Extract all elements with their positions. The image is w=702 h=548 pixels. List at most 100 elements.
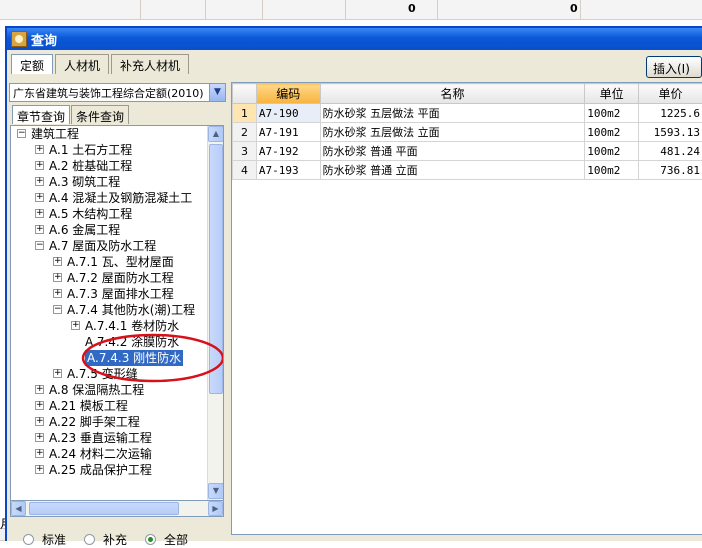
expand-icon[interactable]: + bbox=[35, 145, 44, 154]
tree-item[interactable]: −A.7 屋面及防水工程 bbox=[11, 238, 223, 254]
scroll-down-icon[interactable]: ▼ bbox=[208, 483, 224, 499]
cell-unit[interactable]: 100m2 bbox=[585, 161, 639, 180]
expand-icon[interactable]: + bbox=[35, 465, 44, 474]
cell-code[interactable]: A7-191 bbox=[256, 123, 320, 142]
row-number[interactable]: 2 bbox=[233, 123, 257, 142]
scroll-right-icon[interactable]: ▶ bbox=[208, 501, 223, 516]
expand-icon[interactable]: + bbox=[35, 209, 44, 218]
expand-icon[interactable]: + bbox=[35, 401, 44, 410]
table-row[interactable]: 2A7-191防水砂浆 五层做法 立面100m21593.13 bbox=[233, 123, 702, 142]
title-bar[interactable]: 查询 bbox=[7, 28, 702, 50]
expand-icon[interactable]: + bbox=[35, 225, 44, 234]
tab-supplementary-materials[interactable]: 补充人材机 bbox=[111, 54, 189, 74]
tree-item[interactable]: +A.6 金属工程 bbox=[11, 222, 223, 238]
tree-item[interactable]: + A.4 混凝土及钢筋混凝土工 bbox=[11, 190, 223, 206]
query-dialog: 查询 定额 人材机 补充人材机 插入(I) 广东省建筑与装饰工程综合定额(201… bbox=[5, 26, 702, 541]
cell-code[interactable]: A7-190 bbox=[256, 104, 320, 123]
expand-icon[interactable]: + bbox=[35, 385, 44, 394]
left-panel: 广东省建筑与装饰工程综合定额(2010) ▼ 章节查询 条件查询 −建筑工程+A… bbox=[9, 80, 229, 535]
tree-item[interactable]: −A.7.4 其他防水(潮)工程 bbox=[11, 302, 223, 318]
tree-item[interactable]: + A.3 砌筑工程 bbox=[11, 174, 223, 190]
cell-unit[interactable]: 100m2 bbox=[585, 123, 639, 142]
expand-icon[interactable]: + bbox=[35, 177, 44, 186]
tree-item[interactable]: −建筑工程 bbox=[11, 126, 223, 142]
tree-item[interactable]: +A.22 脚手架工程 bbox=[11, 414, 223, 430]
cell-code[interactable]: A7-193 bbox=[256, 161, 320, 180]
tab-materials[interactable]: 人材机 bbox=[55, 54, 109, 74]
tab-quota[interactable]: 定额 bbox=[11, 54, 53, 74]
expand-icon[interactable]: + bbox=[53, 369, 62, 378]
expand-icon[interactable]: + bbox=[53, 257, 62, 266]
row-number[interactable]: 3 bbox=[233, 142, 257, 161]
row-number[interactable]: 4 bbox=[233, 161, 257, 180]
cell-name[interactable]: 防水砂浆 五层做法 立面 bbox=[320, 123, 585, 142]
cell-name[interactable]: 防水砂浆 普通 立面 bbox=[320, 161, 585, 180]
quota-library-value: 广东省建筑与装饰工程综合定额(2010) bbox=[13, 87, 204, 100]
expand-icon[interactable]: + bbox=[35, 433, 44, 442]
collapse-icon[interactable]: − bbox=[35, 241, 44, 250]
column-header-price[interactable]: 单价 bbox=[639, 84, 702, 104]
expand-icon[interactable]: + bbox=[71, 321, 80, 330]
cell-code[interactable]: A7-192 bbox=[256, 142, 320, 161]
tree-item[interactable]: +A.7.2 屋面防水工程 bbox=[11, 270, 223, 286]
tree-item-label: A.3 砌筑工程 bbox=[49, 174, 120, 190]
tree-item[interactable]: +A.5 木结构工程 bbox=[11, 206, 223, 222]
column-header-name[interactable]: 名称 bbox=[320, 84, 585, 104]
tree-item-label: A.4 混凝土及钢筋混凝土工 bbox=[49, 190, 192, 206]
cell-unit[interactable]: 100m2 bbox=[585, 104, 639, 123]
cell-name[interactable]: 防水砂浆 五层做法 平面 bbox=[320, 104, 585, 123]
radio-standard[interactable]: 标准 bbox=[23, 531, 66, 548]
radio-all[interactable]: 全部 bbox=[145, 531, 188, 548]
tree-item[interactable]: +A.25 成品保护工程 bbox=[11, 462, 223, 478]
cell-name[interactable]: 防水砂浆 普通 平面 bbox=[320, 142, 585, 161]
collapse-icon[interactable]: − bbox=[53, 305, 62, 314]
scroll-up-icon[interactable]: ▲ bbox=[208, 126, 224, 142]
tree-item[interactable]: +A.1 土石方工程 bbox=[11, 142, 223, 158]
table-row[interactable]: 3A7-192防水砂浆 普通 平面100m2481.24 bbox=[233, 142, 702, 161]
cell-price[interactable]: 481.24 bbox=[639, 142, 702, 161]
expand-icon[interactable]: + bbox=[53, 273, 62, 282]
tree-item[interactable]: +A.21 模板工程 bbox=[11, 398, 223, 414]
radio-dot[interactable] bbox=[84, 534, 95, 545]
chapter-tree[interactable]: −建筑工程+A.1 土石方工程+A.2 桩基础工程+A.3 砌筑工程+A.4 混… bbox=[10, 125, 224, 501]
cell-price[interactable]: 1225.6 bbox=[639, 104, 702, 123]
column-header-unit[interactable]: 单位 bbox=[585, 84, 639, 104]
cell-price[interactable]: 736.81 bbox=[639, 161, 702, 180]
tab-condition-search[interactable]: 条件查询 bbox=[71, 105, 129, 124]
expand-icon[interactable]: + bbox=[35, 449, 44, 458]
bg-value: 0 bbox=[570, 2, 578, 15]
tree-item[interactable]: +A.24 材料二次运输 bbox=[11, 446, 223, 462]
horizontal-scroll-thumb[interactable] bbox=[29, 502, 179, 515]
collapse-icon[interactable]: − bbox=[17, 129, 26, 138]
app-icon bbox=[11, 31, 27, 47]
tree-item[interactable]: +A.23 垂直运输工程 bbox=[11, 430, 223, 446]
table-row[interactable]: 1A7-190防水砂浆 五层做法 平面100m21225.6 bbox=[233, 104, 702, 123]
cell-unit[interactable]: 100m2 bbox=[585, 142, 639, 161]
horizontal-scrollbar[interactable]: ◀ ▶ bbox=[10, 500, 224, 517]
column-header-code[interactable]: 编码 bbox=[256, 84, 320, 104]
tree-item[interactable]: +A.7.3 屋面排水工程 bbox=[11, 286, 223, 302]
expand-icon[interactable]: + bbox=[35, 161, 44, 170]
grid-line bbox=[580, 0, 581, 20]
expand-icon[interactable]: + bbox=[35, 417, 44, 426]
expand-icon[interactable]: + bbox=[53, 289, 62, 298]
table-row[interactable]: 4A7-193防水砂浆 普通 立面100m2736.81 bbox=[233, 161, 702, 180]
quota-library-select[interactable]: 广东省建筑与装饰工程综合定额(2010) ▼ bbox=[9, 83, 226, 102]
tree-item[interactable]: +A.7.1 瓦、型材屋面 bbox=[11, 254, 223, 270]
scroll-left-icon[interactable]: ◀ bbox=[11, 501, 26, 516]
chevron-down-icon[interactable]: ▼ bbox=[209, 84, 225, 101]
radio-dot[interactable] bbox=[145, 534, 156, 545]
grid-line bbox=[262, 0, 263, 20]
expand-icon[interactable]: + bbox=[35, 193, 44, 202]
tab-chapter-search[interactable]: 章节查询 bbox=[12, 105, 70, 124]
quota-grid[interactable]: 编码 名称 单位 单价 1A7-190防水砂浆 五层做法 平面100m21225… bbox=[231, 82, 702, 535]
cell-price[interactable]: 1593.13 bbox=[639, 123, 702, 142]
radio-dot[interactable] bbox=[23, 534, 34, 545]
radio-supplementary[interactable]: 补充 bbox=[84, 531, 127, 548]
row-number[interactable]: 1 bbox=[233, 104, 257, 123]
tree-item[interactable]: +A.2 桩基础工程 bbox=[11, 158, 223, 174]
background-row: 0 0 bbox=[0, 0, 702, 20]
insert-button[interactable]: 插入(I) bbox=[646, 56, 702, 78]
grid-line bbox=[437, 0, 438, 20]
vertical-scrollbar[interactable]: ▲ ▼ bbox=[207, 126, 223, 500]
